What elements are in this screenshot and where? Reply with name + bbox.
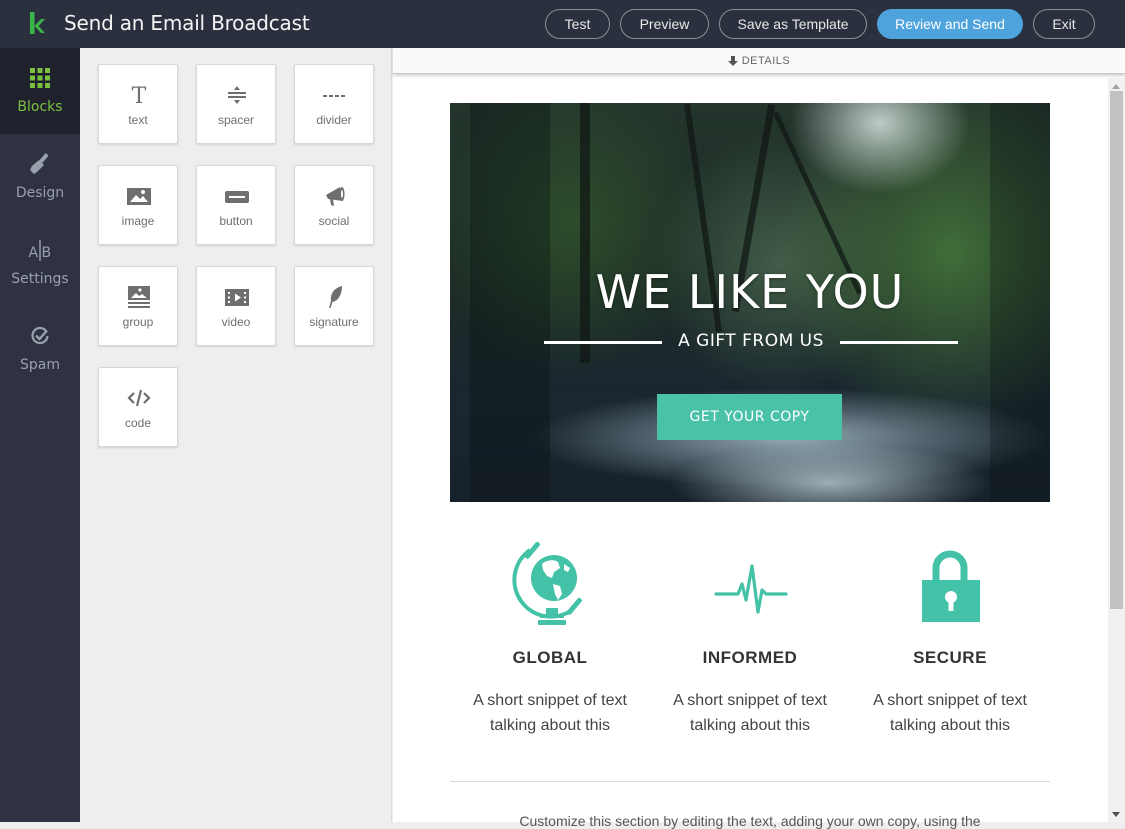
feature-global[interactable]: GLOBAL A short snippet of text talking a… <box>450 538 650 748</box>
nav-label: Spam <box>20 357 60 373</box>
nav-item-blocks[interactable]: Blocks <box>0 48 80 134</box>
svg-text:B: B <box>42 245 52 261</box>
scroll-down-arrow-icon[interactable] <box>1112 812 1120 817</box>
block-button[interactable]: button <box>196 165 276 245</box>
block-label: video <box>221 315 251 329</box>
block-label: code <box>124 416 152 430</box>
globe-icon <box>512 542 582 625</box>
block-label: text <box>128 113 148 127</box>
film-play-icon <box>225 289 249 306</box>
kit-k-logo-icon[interactable] <box>28 12 46 36</box>
nav-item-design[interactable]: Design <box>0 134 80 220</box>
hero-title[interactable]: WE LIKE YOU <box>450 265 1050 319</box>
block-label: social <box>318 214 350 228</box>
hero-rule-right <box>840 341 958 344</box>
block-label: group <box>122 315 154 329</box>
nav-item-spam[interactable]: Spam <box>0 306 80 392</box>
get-your-copy-button[interactable]: GET YOUR COPY <box>657 394 842 440</box>
heartbeat-icon <box>714 564 788 614</box>
grid-icon <box>30 68 50 88</box>
blocks-panel: T text spacer divider image button socia… <box>80 48 392 822</box>
hero-image-block[interactable]: WE LIKE YOU A GIFT FROM US GET YOUR COPY <box>450 103 1050 502</box>
spacer-icon <box>228 86 246 104</box>
svg-text:T: T <box>132 84 147 107</box>
group-icon <box>128 286 150 308</box>
feature-informed[interactable]: INFORMED A short snippet of text talking… <box>650 538 850 748</box>
scroll-up-arrow-icon[interactable] <box>1112 84 1120 89</box>
email-canvas: DETAILS WE LIKE YOU A GIFT FROM US GET Y… <box>393 48 1125 829</box>
feature-text: A short snippet of text talking about th… <box>673 692 827 734</box>
review-and-send-button[interactable]: Review and Send <box>877 9 1023 39</box>
save-as-template-button[interactable]: Save as Template <box>719 9 867 39</box>
check-circle-icon <box>31 326 49 345</box>
feature-title: GLOBAL <box>512 648 588 667</box>
ab-split-icon: A B <box>29 240 52 261</box>
block-divider[interactable]: divider <box>294 64 374 144</box>
section-divider <box>450 781 1050 782</box>
block-spacer[interactable]: spacer <box>196 64 276 144</box>
megaphone-icon <box>326 187 345 206</box>
block-text[interactable]: T text <box>98 64 178 144</box>
details-label: DETAILS <box>741 55 791 67</box>
arrow-down-icon <box>727 56 738 66</box>
nav-label: Settings <box>11 271 69 287</box>
block-label: button <box>219 214 253 228</box>
scroll-thumb[interactable] <box>1110 91 1123 609</box>
canvas-scrollbar[interactable] <box>1108 78 1125 822</box>
feature-text: A short snippet of text talking about th… <box>873 692 1027 734</box>
block-signature[interactable]: signature <box>294 266 374 346</box>
hero-subtitle-row: A GIFT FROM US <box>544 331 958 353</box>
feature-text: A short snippet of text talking about th… <box>473 692 627 734</box>
features-row: GLOBAL A short snippet of text talking a… <box>450 538 1050 748</box>
padlock-icon <box>922 550 980 622</box>
svg-text:A: A <box>29 245 39 261</box>
details-toggle[interactable]: DETAILS <box>393 48 1125 74</box>
feather-icon <box>329 286 342 308</box>
block-group[interactable]: group <box>98 266 178 346</box>
text-t-icon: T <box>132 84 147 107</box>
divider-dashes-icon <box>323 95 345 97</box>
paintbrush-icon <box>30 153 49 174</box>
block-label: image <box>121 214 155 228</box>
block-social[interactable]: social <box>294 165 374 245</box>
exit-button[interactable]: Exit <box>1033 9 1095 39</box>
nav-label: Design <box>15 185 65 201</box>
block-label: divider <box>316 113 352 127</box>
feature-title: INFORMED <box>702 648 798 667</box>
block-label: signature <box>309 315 359 329</box>
code-icon <box>127 389 151 407</box>
feature-title: SECURE <box>913 648 987 667</box>
block-label: spacer <box>217 113 255 127</box>
block-image[interactable]: image <box>98 165 178 245</box>
nav-label: Blocks <box>17 99 63 115</box>
button-icon <box>225 191 249 203</box>
page-title: Send an Email Broadcast <box>64 11 310 35</box>
test-button[interactable]: Test <box>545 9 610 39</box>
image-icon <box>127 188 151 205</box>
preview-button[interactable]: Preview <box>620 9 709 39</box>
block-code[interactable]: code <box>98 367 178 447</box>
nav-item-settings[interactable]: A B Settings <box>0 220 80 306</box>
body-text-block[interactable]: Customize this section by editing the te… <box>450 813 1050 829</box>
block-video[interactable]: video <box>196 266 276 346</box>
top-bar: Send an Email Broadcast Test Preview Sav… <box>0 0 1125 48</box>
left-nav: Blocks Design A B Settings Spam <box>0 48 80 822</box>
feature-secure[interactable]: SECURE A short snippet of text talking a… <box>850 538 1050 748</box>
